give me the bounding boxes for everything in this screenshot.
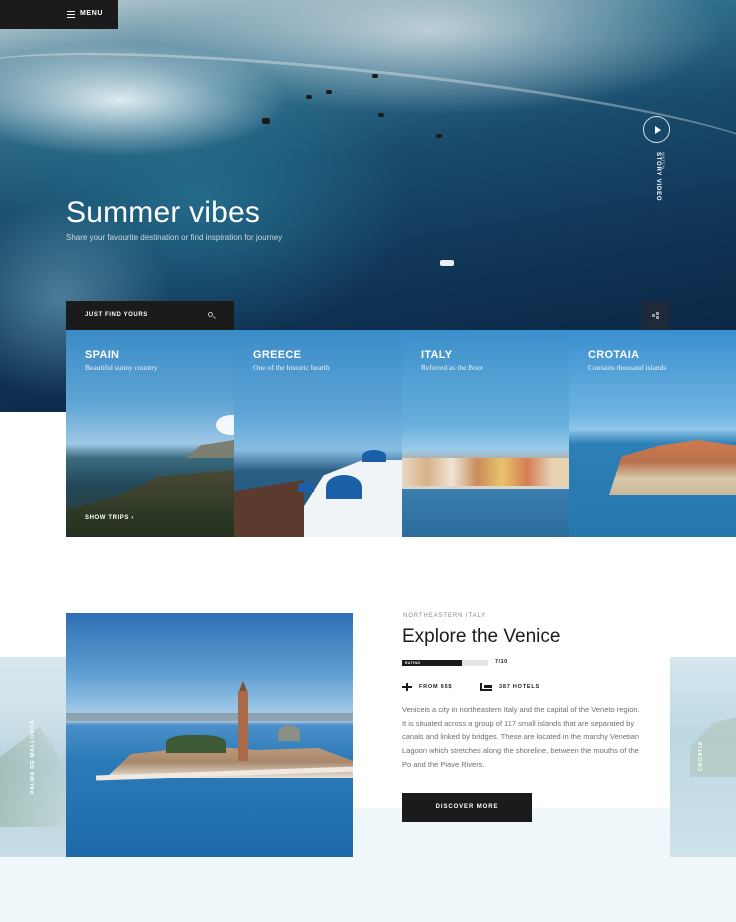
country-name: ITALY (421, 349, 453, 361)
hero-title: Summer vibes (66, 196, 261, 229)
featured-description: Veniceis a city in northeastern Italy an… (402, 705, 640, 769)
town-waterfront (402, 458, 569, 488)
plane-icon (402, 683, 412, 691)
country-name: SPAIN (85, 349, 120, 361)
watch-label: WATCH (661, 152, 666, 170)
surfer (326, 90, 332, 94)
hero-subtitle: Share your favourite destination or find… (66, 233, 283, 242)
quay (402, 486, 569, 489)
hotels-label: 387 HOTELS (499, 684, 541, 690)
play-video-button[interactable] (643, 116, 670, 143)
discover-more-button[interactable]: DISCOVER MORE (402, 793, 532, 822)
rating-label: RATING (405, 661, 421, 665)
bed-icon (480, 683, 492, 691)
venice-photo (66, 613, 353, 857)
country-card-croatia[interactable]: CROTAIA Contains thousand islands (569, 330, 736, 537)
country-description: One of the historic hearth (253, 363, 330, 372)
surfer (378, 113, 384, 117)
wave-crest (0, 27, 736, 203)
cliff (66, 470, 234, 537)
church-dome (278, 725, 300, 741)
search-bar[interactable]: JUST FIND YOURS (66, 301, 234, 330)
price-label: FROM 65$ (419, 684, 453, 690)
surfer (436, 134, 442, 138)
surfer (372, 74, 378, 78)
rating-value: 7/10 (495, 659, 508, 665)
surfer (262, 118, 270, 124)
country-card-greece[interactable]: GREECE One of the historic hearth (234, 330, 402, 537)
menu-button[interactable]: MENU (0, 0, 118, 29)
country-card-italy[interactable]: ITALY Referred as the Boot (402, 330, 569, 537)
blue-dome (362, 450, 386, 462)
surfer (306, 95, 312, 99)
featured-title: Explore the Venice (402, 626, 561, 647)
old-town (609, 440, 736, 495)
show-trips-label: SHOW TRIPS (85, 515, 130, 521)
headland (186, 440, 234, 458)
country-description: Beautiful sunny country (85, 363, 158, 372)
trees (166, 735, 226, 753)
country-cards: SPAIN Beautiful sunny country SHOW TRIPS… (66, 330, 736, 537)
story-video-label[interactable]: WATCH STORY VIDEO (655, 152, 666, 212)
blue-dome (326, 475, 362, 499)
horizon (66, 713, 353, 721)
search-label: JUST FIND YOURS (85, 312, 148, 318)
share-button[interactable] (641, 301, 670, 330)
rating-bar: RATING (402, 660, 488, 666)
bell-tower (238, 681, 248, 761)
menu-label: MENU (80, 10, 104, 17)
share-icon (652, 312, 659, 319)
country-name: CROTAIA (588, 349, 640, 361)
country-name: GREECE (253, 349, 302, 361)
cloud (216, 415, 234, 435)
hamburger-icon (67, 11, 75, 18)
next-destination-label: CROATIA (698, 740, 704, 771)
featured-kicker: NORTHEASTERN ITALY (403, 613, 487, 619)
surfer (440, 260, 454, 266)
previous-destination-label: PALMA DE MALLORCA (30, 719, 36, 794)
country-description: Referred as the Boot (421, 363, 483, 372)
show-trips-link[interactable]: SHOW TRIPS › (85, 515, 134, 521)
rock (234, 480, 304, 537)
country-card-spain[interactable]: SPAIN Beautiful sunny country SHOW TRIPS… (66, 330, 234, 537)
blue-dome (298, 482, 314, 492)
country-description: Contains thousand islands (588, 363, 667, 372)
search-icon[interactable] (208, 312, 213, 317)
